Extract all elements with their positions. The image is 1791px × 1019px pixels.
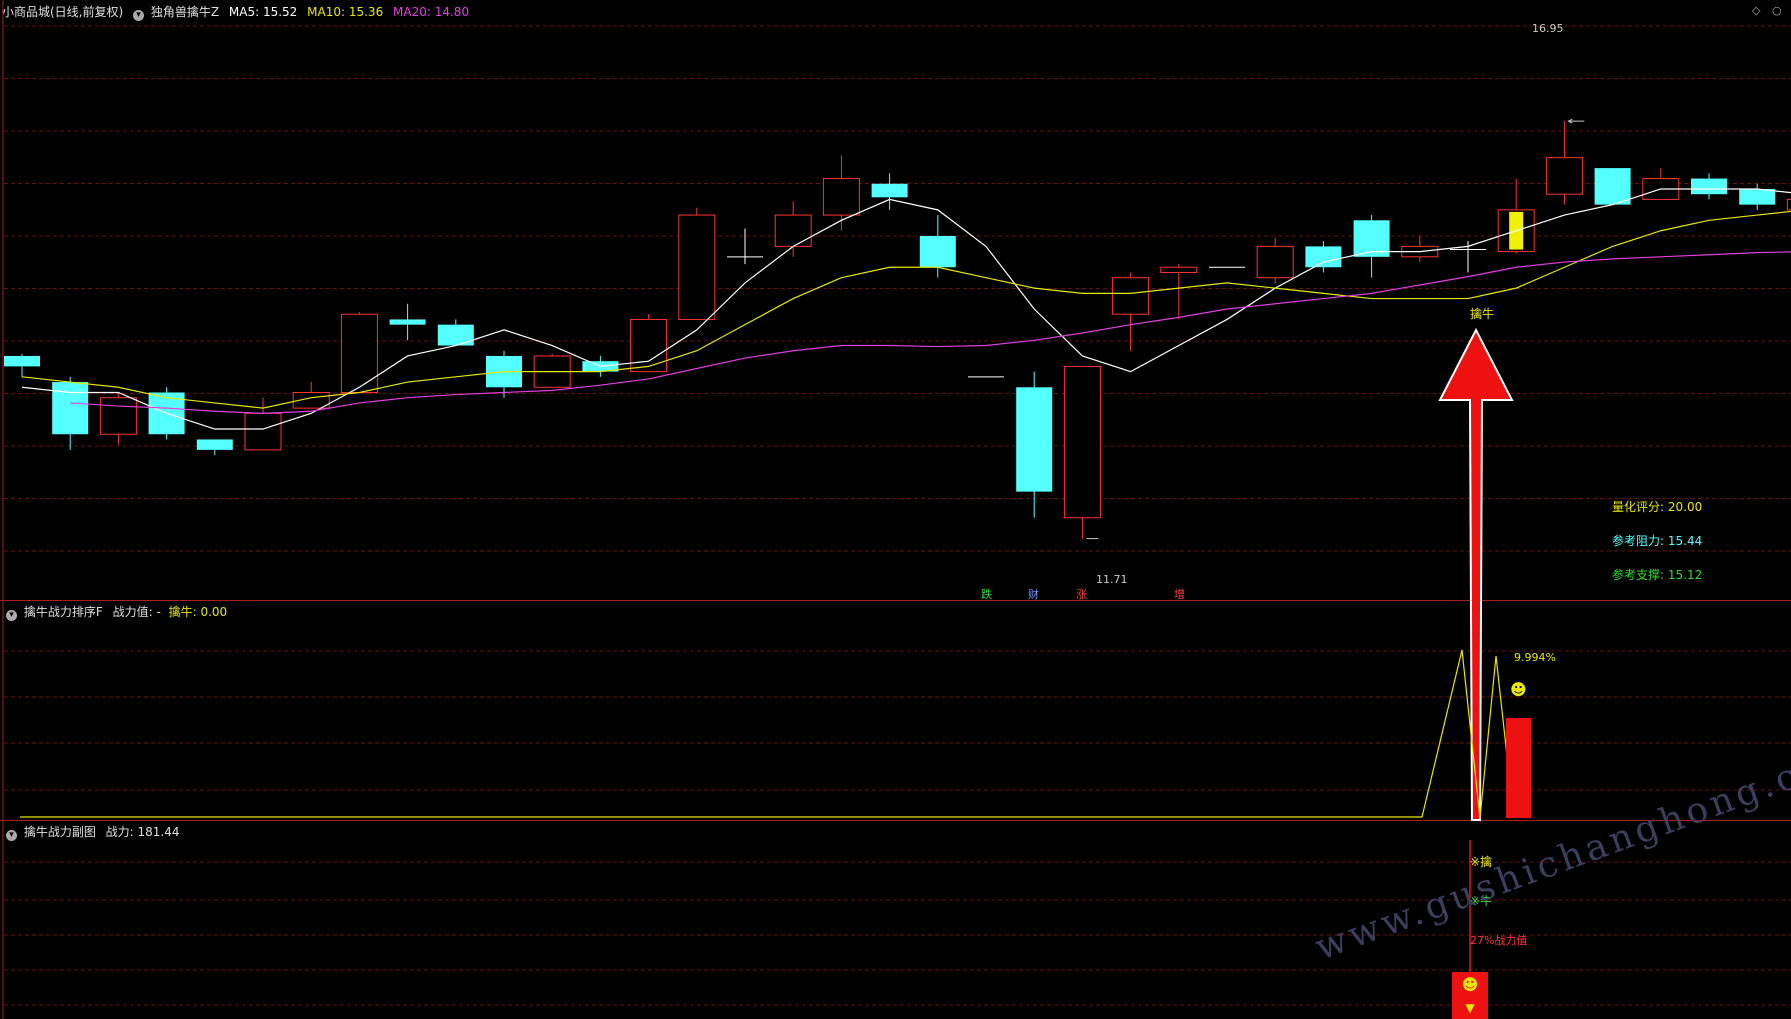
candle-body <box>340 313 378 393</box>
smiley-icon: ☻ <box>1510 680 1527 699</box>
candle-body <box>1016 387 1053 492</box>
candle-body <box>1691 178 1727 195</box>
sub2-smiley-icon: ☻ <box>1462 975 1479 994</box>
candle-body <box>1786 198 1791 211</box>
candle-body <box>774 214 812 247</box>
sub1-bar <box>1506 718 1531 818</box>
tag-cai: 财 <box>1028 588 1039 601</box>
tag-zhang: 涨 <box>1076 588 1087 601</box>
candle-body <box>1112 277 1150 315</box>
candle-body <box>630 318 668 373</box>
stock-chart-window: { "main_header": { "title": "小商品城(日线,前复权… <box>0 0 1791 1019</box>
pct-label: 9.994% <box>1514 651 1556 664</box>
low-price-label: 11.71 <box>1096 573 1128 586</box>
candle-body <box>822 178 860 216</box>
quant-score: 量化评分: 20.00 <box>1612 500 1703 514</box>
candle-body <box>389 319 426 325</box>
ref-resistance: 参考阻力: 15.44 <box>1612 534 1703 548</box>
candle-body <box>1305 246 1342 268</box>
candle-body <box>1545 157 1583 195</box>
ma20-line <box>70 251 1791 414</box>
candle-body <box>437 324 474 346</box>
sub1-line <box>20 649 1509 819</box>
candle-body <box>1594 168 1631 205</box>
candle-body <box>1063 365 1101 519</box>
sub2-zhanli-label: 27%战力值 <box>1470 934 1528 947</box>
high-price-label: 16.95 <box>1532 22 1564 35</box>
candle-body <box>4 355 40 367</box>
candle-body <box>919 235 956 268</box>
candle-body <box>196 439 233 450</box>
tag-die: 跌 <box>981 588 992 601</box>
candle-body <box>1256 245 1294 279</box>
candle-body <box>678 214 716 320</box>
candle-body <box>52 382 89 435</box>
candle-body <box>99 397 137 435</box>
qinniu-label: 擒牛 <box>1470 307 1495 321</box>
candle-body <box>1739 188 1776 205</box>
sub2-down-icon: ▼ <box>1465 1001 1475 1015</box>
tag-zeng: 增 <box>1174 588 1185 601</box>
signal-arrow <box>1438 327 1514 821</box>
ref-support: 参考支撑: 15.12 <box>1612 568 1703 582</box>
candle-body <box>1160 266 1198 273</box>
candle-body <box>244 412 282 451</box>
candle-body <box>871 183 908 198</box>
